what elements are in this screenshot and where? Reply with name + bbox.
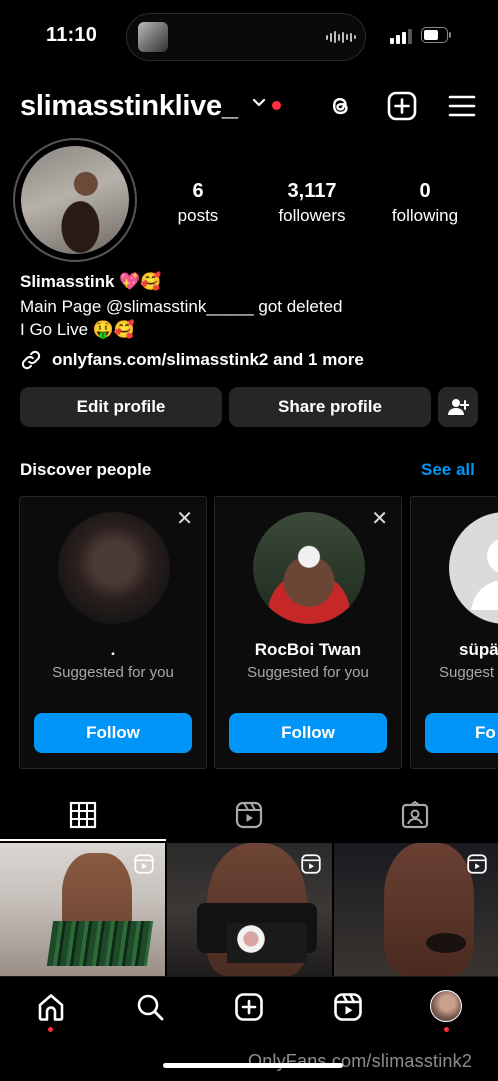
- suggested-avatar[interactable]: [58, 512, 170, 624]
- reel-badge-icon: [467, 854, 487, 874]
- post-thumbnail[interactable]: [0, 843, 165, 976]
- profile-username[interactable]: slimasstinklive_: [20, 90, 238, 123]
- post-thumbnail[interactable]: [167, 843, 332, 976]
- post-thumbnail[interactable]: [334, 843, 498, 976]
- stat-followers[interactable]: 3,117 followers: [257, 180, 367, 226]
- suggested-name[interactable]: .: [20, 640, 206, 660]
- default-avatar-icon: [471, 539, 498, 610]
- link-icon: [21, 350, 41, 370]
- status-time: 11:10: [46, 24, 98, 46]
- active-tab-indicator: [0, 839, 166, 841]
- stat-posts-label: posts: [177, 206, 219, 225]
- stat-followers-label: followers: [278, 206, 346, 225]
- dismiss-icon[interactable]: ✕: [176, 506, 193, 531]
- follow-button[interactable]: Follow: [34, 713, 192, 753]
- suggested-subtitle: Suggest: [439, 664, 495, 681]
- suggested-subtitle: Suggested for you: [52, 664, 174, 681]
- stat-posts-value: 6: [192, 180, 204, 202]
- follow-button[interactable]: Follow: [229, 713, 387, 753]
- suggestion-card[interactable]: ✕ RocBoi Twan Suggested for you Follow: [214, 496, 402, 769]
- bio-line-2: I Go Live 🤑🥰: [20, 320, 136, 339]
- profile-notification-dot: [444, 1027, 449, 1032]
- profile-link-text: onlyfans.com/slimasstink2 and 1 more: [52, 350, 364, 369]
- suggested-subtitle: Suggested for you: [247, 664, 369, 681]
- menu-icon[interactable]: [447, 91, 477, 121]
- share-profile-button[interactable]: Share profile: [229, 387, 431, 427]
- home-icon[interactable]: [36, 992, 66, 1022]
- profile-link[interactable]: onlyfans.com/slimasstink2 and 1 more: [20, 349, 364, 371]
- profile-nav-avatar[interactable]: [430, 990, 462, 1022]
- home-notification-dot: [48, 1027, 53, 1032]
- suggestion-card[interactable]: ✕ . Suggested for you Follow: [19, 496, 207, 769]
- stat-following-value: 0: [419, 180, 431, 202]
- notification-dot: [272, 101, 281, 110]
- suggested-avatar[interactable]: [253, 512, 365, 624]
- cellular-signal-icon: [390, 28, 412, 44]
- search-icon[interactable]: [135, 992, 165, 1022]
- edit-profile-button[interactable]: Edit profile: [20, 387, 222, 427]
- discover-people-button[interactable]: [438, 387, 478, 427]
- see-all-link[interactable]: See all: [421, 460, 475, 480]
- stat-followers-value: 3,117: [287, 180, 337, 202]
- discover-people-title: Discover people: [20, 460, 152, 479]
- create-icon[interactable]: [234, 992, 264, 1022]
- tagged-tab-icon[interactable]: [400, 800, 430, 830]
- suggestion-card[interactable]: süpä Suggest Fo: [410, 496, 498, 769]
- follow-button[interactable]: Fo: [425, 713, 498, 753]
- suggested-name[interactable]: RocBoi Twan: [215, 640, 401, 660]
- battery-nub: [449, 32, 451, 38]
- stat-following-label: following: [391, 206, 459, 225]
- suggested-name[interactable]: süpä: [459, 640, 498, 660]
- battery-icon: [421, 27, 448, 43]
- reel-badge-icon: [134, 854, 154, 874]
- dismiss-icon[interactable]: ✕: [371, 506, 388, 531]
- stat-following[interactable]: 0 following: [370, 180, 480, 226]
- suggested-avatar[interactable]: [449, 512, 498, 624]
- reels-tab-icon[interactable]: [234, 800, 264, 830]
- profile-display-name: Slimasstink 💖🥰: [20, 272, 162, 291]
- reel-badge-icon: [301, 854, 321, 874]
- threads-icon[interactable]: [325, 91, 355, 121]
- grid-posts-icon[interactable]: [68, 800, 98, 830]
- home-indicator[interactable]: [163, 1063, 343, 1068]
- audio-waveform-icon: [326, 30, 356, 44]
- bio-line-1: Main Page @slimasstink_____ got deleted: [20, 297, 343, 316]
- reels-icon[interactable]: [333, 992, 363, 1022]
- now-playing-thumbnail: [138, 22, 168, 52]
- chevron-down-icon[interactable]: [252, 98, 266, 108]
- stat-posts[interactable]: 6 posts: [143, 180, 253, 226]
- create-post-icon[interactable]: [387, 91, 417, 121]
- profile-avatar[interactable]: [21, 146, 129, 254]
- add-person-icon: [448, 399, 469, 415]
- watermark-text: OnlyFans.com/slimasstink2: [248, 1051, 473, 1071]
